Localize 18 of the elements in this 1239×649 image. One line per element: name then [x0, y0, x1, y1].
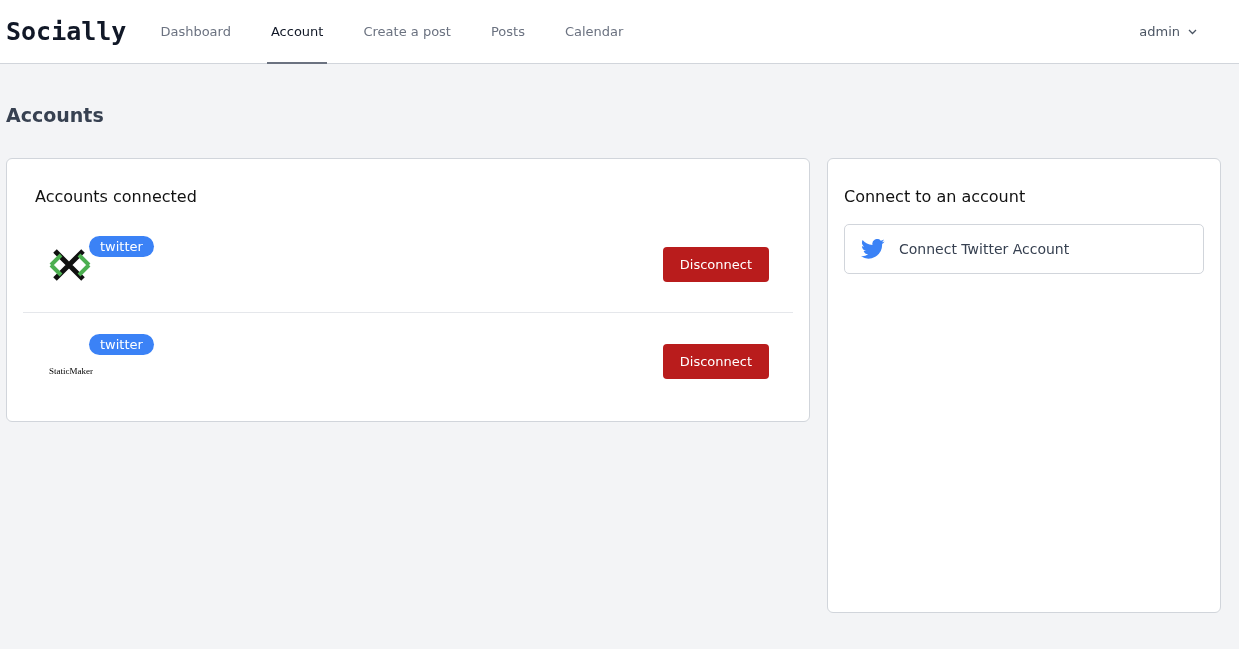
- user-menu[interactable]: admin: [1133, 23, 1203, 40]
- platform-badge: twitter: [89, 333, 154, 355]
- disconnect-button[interactable]: Disconnect: [662, 246, 769, 282]
- nav-tab[interactable]: Posts: [486, 0, 529, 64]
- chevron-icon: [1188, 28, 1197, 35]
- page-title: Accounts: [6, 104, 105, 126]
- nav-tab[interactable]: Create a post: [359, 0, 455, 64]
- card-title: Connect to an account: [844, 187, 1027, 206]
- connect-twitter-button[interactable]: Connect Twitter Account: [844, 224, 1204, 274]
- nav-tab[interactable]: Dashboard: [156, 0, 235, 64]
- brand-logo: Socially: [6, 17, 127, 46]
- nav-tab[interactable]: Account: [266, 0, 328, 64]
- disconnect-button[interactable]: Disconnect: [662, 344, 769, 379]
- platform-badge: twitter: [89, 236, 154, 257]
- bird-icon: [861, 239, 885, 259]
- card-title: Accounts connected: [35, 187, 198, 206]
- logo-wordmark: StaticMaker: [49, 365, 93, 376]
- nav-tab[interactable]: Calendar: [560, 0, 628, 64]
